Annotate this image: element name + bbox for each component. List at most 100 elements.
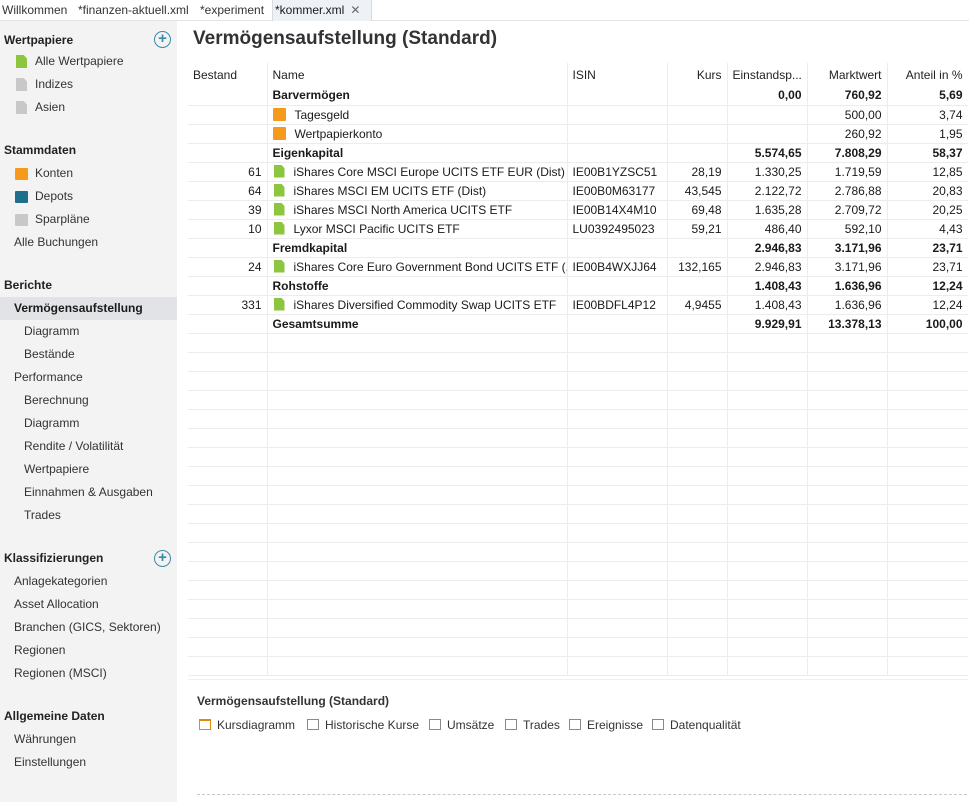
sidebar-item-trades[interactable]: Trades xyxy=(0,504,177,527)
table-row[interactable] xyxy=(188,618,968,638)
cell-anteil: 1,95 xyxy=(887,124,968,144)
table-row[interactable] xyxy=(188,637,968,657)
table-row[interactable]: Wertpapierkonto 260,92 1,95 xyxy=(188,124,968,144)
sidebar-item-indizes[interactable]: Indizes xyxy=(0,73,177,96)
sidebar-item-branchen[interactable]: Branchen (GICS, Sektoren) xyxy=(0,616,177,639)
cell-name-text: Barvermögen xyxy=(272,88,350,103)
table-row[interactable] xyxy=(188,371,968,391)
sidebar-item-performance-diagramm[interactable]: Diagramm xyxy=(0,412,177,435)
cell-isin-text: IE00B4WXJJ64 xyxy=(572,259,657,274)
sidebar-item-waehrungen[interactable]: Währungen xyxy=(0,728,177,751)
sidebar-item-einstellungen[interactable]: Einstellungen xyxy=(0,751,177,774)
sidebar-item-wertpapiere-report[interactable]: Wertpapiere xyxy=(0,458,177,481)
table-row[interactable]: Eigenkapital 5.574,65 7.808,29 58,37 xyxy=(188,143,968,163)
table-row[interactable]: 10 Lyxor MSCI Pacific UCITS ETF LU03924950… xyxy=(188,219,968,239)
tab-ereignisse[interactable]: Ereignisse xyxy=(569,717,643,733)
sidebar-item-label: Indizes xyxy=(35,77,74,91)
column-header-anteil[interactable]: Anteil in % xyxy=(887,63,968,86)
sidebar-item-asset-allocation[interactable]: Asset Allocation xyxy=(0,593,177,616)
tab-historische-kurse[interactable]: Historische Kurse xyxy=(307,717,419,733)
column-header-einstandspreis[interactable]: Einstandsp... xyxy=(727,63,808,86)
cell-isin xyxy=(567,428,668,448)
table-row[interactable] xyxy=(188,599,968,619)
cell-einstandspreis xyxy=(727,580,808,600)
table-row[interactable] xyxy=(188,504,968,524)
sidebar-item-performance[interactable]: Performance xyxy=(0,366,177,389)
sidebar-item-einnahmen-ausgaben[interactable]: Einnahmen & Ausgaben xyxy=(0,481,177,504)
tab-umsaetze[interactable]: Umsätze xyxy=(429,717,494,733)
column-header-name[interactable]: Name xyxy=(267,63,568,86)
sash-divider[interactable] xyxy=(188,679,968,680)
sidebar-item-vermoegensaufstellung[interactable]: Vermögensaufstellung xyxy=(0,297,177,320)
table-row[interactable]: Barvermögen 0,00 760,92 5,69 xyxy=(188,86,968,106)
cell-bestand: 61 xyxy=(188,162,268,182)
cell-einstandspreis xyxy=(727,656,808,676)
table-row[interactable] xyxy=(188,561,968,581)
table-row[interactable] xyxy=(188,352,968,372)
tab-datenqualitaet[interactable]: Datenqualität xyxy=(652,717,741,733)
cell-marktwert xyxy=(807,371,888,391)
tab-kommer[interactable]: *kommer.xml ✕ xyxy=(272,0,372,21)
table-row[interactable]: 61 iShares Core MSCI Europe UCITS ETF EUR… xyxy=(188,162,968,182)
sidebar-item-regionen[interactable]: Regionen xyxy=(0,639,177,662)
add-icon[interactable]: + xyxy=(154,31,171,48)
cell-einstandspreis-text: 0,00 xyxy=(778,88,802,103)
tab-willkommen[interactable]: Willkommen xyxy=(0,0,67,21)
add-icon[interactable]: + xyxy=(154,550,171,567)
table-row[interactable]: Tagesgeld 500,00 3,74 xyxy=(188,105,968,125)
tab-finanzen-aktuell[interactable]: *finanzen-aktuell.xml xyxy=(76,0,189,21)
sidebar-item-alle-wertpapiere[interactable]: Alle Wertpapiere xyxy=(0,50,177,73)
tab-kursdiagramm[interactable]: Kursdiagramm xyxy=(199,717,295,733)
cell-anteil-text: 23,71 xyxy=(932,240,963,255)
table-row[interactable]: 24 iShares Core Euro Government Bond UCIT… xyxy=(188,257,968,277)
table-row[interactable] xyxy=(188,523,968,543)
security-icon xyxy=(273,259,285,273)
sidebar-item-alle-buchungen[interactable]: Alle Buchungen xyxy=(0,231,177,254)
column-header-kurs[interactable]: Kurs xyxy=(667,63,728,86)
tab-trades[interactable]: Trades xyxy=(505,717,560,733)
table-row[interactable] xyxy=(188,485,968,505)
cell-einstandspreis: 1.330,25 xyxy=(727,162,808,182)
sidebar-item-berechnung[interactable]: Berechnung xyxy=(0,389,177,412)
table-row[interactable] xyxy=(188,409,968,429)
cell-marktwert: 760,92 xyxy=(807,86,888,106)
column-header-marktwert[interactable]: Marktwert xyxy=(807,63,888,86)
sidebar-item-rendite-volatilitaet[interactable]: Rendite / Volatilität xyxy=(0,435,177,458)
sidebar-item-diagramm[interactable]: Diagramm xyxy=(0,320,177,343)
cell-anteil xyxy=(887,542,968,562)
sidebar-item-anlagekategorien[interactable]: Anlagekategorien xyxy=(0,570,177,593)
cell-kurs: 69,48 xyxy=(667,200,728,220)
cell-kurs: 43,545 xyxy=(667,181,728,201)
column-header-bestand[interactable]: Bestand xyxy=(188,63,268,86)
cell-bestand: 64 xyxy=(188,181,268,201)
table-row[interactable]: Rohstoffe 1.408,43 1.636,96 12,24 xyxy=(188,276,968,296)
table-row[interactable] xyxy=(188,428,968,448)
cell-kurs xyxy=(667,143,728,163)
cell-einstandspreis: 0,00 xyxy=(727,86,808,106)
table-row[interactable]: Fremdkapital 2.946,83 3.171,96 23,71 xyxy=(188,238,968,258)
table-row[interactable]: 39 iShares MSCI North America UCITS ETF IE… xyxy=(188,200,968,220)
table-row[interactable] xyxy=(188,466,968,486)
table-row[interactable] xyxy=(188,580,968,600)
table-row[interactable]: Gesamtsumme 9.929,91 13.378,13 100,00 xyxy=(188,314,968,334)
sidebar-item-sparplaene[interactable]: Sparpläne xyxy=(0,208,177,231)
table-row[interactable] xyxy=(188,390,968,410)
cell-isin xyxy=(567,124,668,144)
column-header-isin[interactable]: ISIN xyxy=(567,63,668,86)
table-row[interactable] xyxy=(188,447,968,467)
table-row[interactable] xyxy=(188,656,968,676)
cell-isin xyxy=(567,371,668,391)
sidebar-item-asien[interactable]: Asien xyxy=(0,96,177,119)
sidebar-item-regionen-msci[interactable]: Regionen (MSCI) xyxy=(0,662,177,685)
table-row[interactable] xyxy=(188,333,968,353)
close-icon[interactable]: ✕ xyxy=(350,0,360,20)
sidebar-item-konten[interactable]: Konten xyxy=(0,162,177,185)
cell-anteil xyxy=(887,637,968,657)
table-row[interactable]: 331 iShares Diversified Commodity Swap UC… xyxy=(188,295,968,315)
sidebar-item-depots[interactable]: Depots xyxy=(0,185,177,208)
cell-anteil: 58,37 xyxy=(887,143,968,163)
table-row[interactable]: 64 iShares MSCI EM UCITS ETF (Dist) IE00B0… xyxy=(188,181,968,201)
sidebar-item-bestaende[interactable]: Bestände xyxy=(0,343,177,366)
table-row[interactable] xyxy=(188,542,968,562)
tab-experiment[interactable]: *experiment xyxy=(198,0,264,21)
